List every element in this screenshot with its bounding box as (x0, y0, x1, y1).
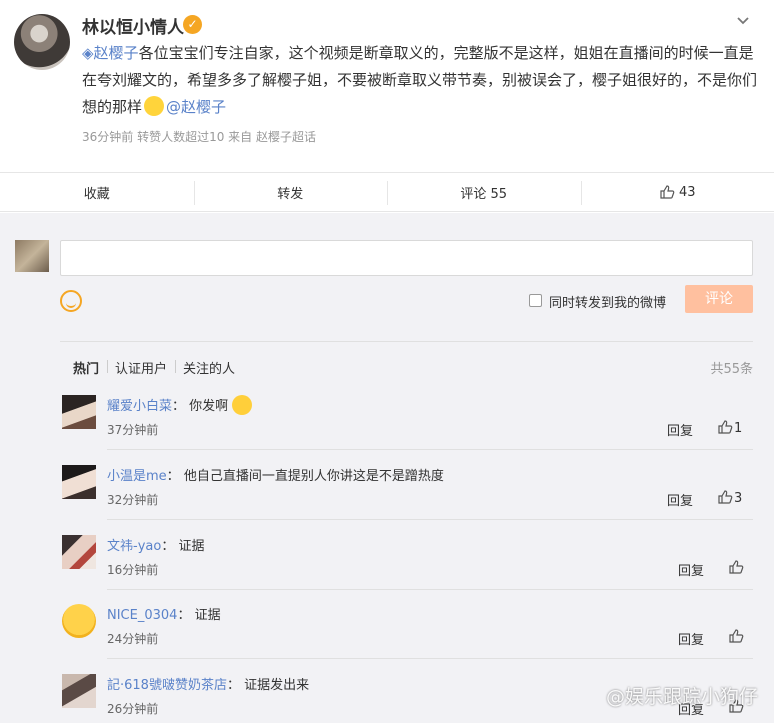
thumbs-up-icon[interactable] (717, 419, 733, 435)
repost-checkbox[interactable] (529, 294, 542, 307)
crying-emoji-icon (144, 96, 165, 116)
chevron-down-icon[interactable] (736, 14, 750, 28)
divider (60, 341, 753, 342)
topic-icon: ◈ (82, 44, 94, 62)
comment-content: 他自己直播间一直提别人你讲这是不是蹭热度 (183, 469, 444, 484)
watermark: @娱乐跟踪小狗仔 (605, 686, 758, 708)
comment-colon: ： (166, 469, 180, 484)
weibo-post: 林以恒小情人 ✓ ◈赵樱子各位宝宝们专注自家，这个视频是断章取义的，完整版不是这… (0, 0, 774, 172)
commenter-avatar[interactable] (62, 674, 96, 708)
comment-input[interactable] (60, 240, 753, 276)
comment-text: 耀爱小白菜： 你发啊 (107, 395, 253, 415)
comment-colon: ： (161, 539, 175, 554)
smile-icon[interactable] (60, 290, 82, 312)
my-avatar (15, 240, 49, 272)
comment-label: 评论 55 (460, 186, 508, 202)
commenter-name[interactable]: 記·618號啵赞奶茶店 (107, 678, 227, 693)
comment-total: 共55条 (710, 362, 753, 377)
commenter-name[interactable]: 小温是me (107, 469, 167, 484)
comment-text: 小温是me： 他自己直播间一直提别人你讲这是不是蹭热度 (107, 465, 444, 484)
thumbs-up-icon[interactable] (717, 489, 733, 505)
comment-like-count: 3 (734, 491, 743, 506)
comment-separator (107, 589, 753, 590)
author-avatar[interactable] (14, 14, 70, 70)
repost-label: 转发 (277, 186, 304, 202)
submit-comment-button[interactable]: 评论 (685, 285, 753, 313)
comment-colon: ： (177, 608, 191, 623)
commenter-name[interactable]: NICE_0304 (107, 608, 177, 623)
comment-content: 证据 (178, 539, 205, 554)
comment-time: 26分钟前 (107, 702, 159, 716)
post-content: ◈赵樱子各位宝宝们专注自家，这个视频是断章取义的，完整版不是这样，姐姐在直播间的… (82, 40, 762, 121)
favorite-label: 收藏 (83, 186, 110, 202)
comment-like-count: 1 (734, 421, 743, 436)
tab-verified[interactable]: 认证用户 (107, 358, 175, 377)
thumbs-up-icon[interactable] (728, 628, 744, 644)
comment-separator (107, 449, 753, 450)
shy-emoji-icon (232, 395, 253, 415)
comment-text: 文祎-yao： 证据 (107, 535, 204, 554)
commenter-name[interactable]: 耀爱小白菜 (107, 399, 172, 414)
comment-time: 32分钟前 (107, 493, 159, 507)
action-bar: 收藏 转发 评论 55 43 (0, 172, 774, 212)
author-name[interactable]: 林以恒小情人 (82, 13, 184, 38)
mention-link[interactable]: @赵樱子 (166, 98, 226, 116)
tab-hot[interactable]: 热门 (73, 358, 107, 377)
like-count: 43 (678, 184, 696, 200)
commenter-avatar[interactable] (62, 395, 96, 429)
comment-time: 37分钟前 (107, 423, 159, 437)
comment-separator (107, 658, 753, 659)
reply-button[interactable]: 回复 (667, 490, 693, 509)
comment-item: 文祎-yao： 证据 16分钟前 回复 (60, 535, 753, 605)
reply-button[interactable]: 回复 (678, 629, 704, 648)
comment-colon: ： (226, 678, 240, 693)
like-button[interactable]: 43 (580, 173, 774, 211)
comment-button[interactable]: 评论 55 (387, 173, 581, 211)
comment-item: 小温是me： 他自己直播间一直提别人你讲这是不是蹭热度 32分钟前 回复 3 (60, 465, 753, 535)
reply-button[interactable]: 回复 (667, 420, 693, 439)
comment-section: 同时转发到我的微博 评论 热门 认证用户 关注的人 共55条 耀爱小白菜： 你发… (0, 213, 774, 723)
comment-separator (107, 519, 753, 520)
comment-content: 证据发出来 (244, 678, 310, 693)
tab-following[interactable]: 关注的人 (175, 358, 243, 377)
comment-text: NICE_0304： 证据 (107, 604, 221, 623)
comment-item: NICE_0304： 证据 24分钟前 回复 (60, 604, 753, 674)
repost-button[interactable]: 转发 (193, 173, 388, 211)
post-meta: 36分钟前 转赞人数超过10 来自 赵樱子超话 (82, 130, 316, 144)
comment-content: 证据 (194, 608, 221, 623)
comment-text: 記·618號啵赞奶茶店： 证据发出来 (107, 674, 309, 693)
thumbs-up-icon (660, 185, 675, 199)
commenter-avatar[interactable] (62, 604, 96, 638)
thumbs-up-icon[interactable] (728, 559, 744, 575)
commenter-avatar[interactable] (62, 535, 96, 569)
comment-time: 16分钟前 (107, 563, 159, 577)
commenter-avatar[interactable] (62, 465, 96, 499)
reply-button[interactable]: 回复 (678, 560, 704, 579)
commenter-name[interactable]: 文祎-yao (107, 539, 161, 554)
repost-checkbox-label[interactable]: 同时转发到我的微博 (549, 292, 666, 311)
comment-content: 你发啊 (189, 399, 229, 414)
comment-filter-tabs: 热门 认证用户 关注的人 (73, 358, 243, 377)
comment-item: 耀爱小白菜： 你发啊 37分钟前 回复 1 (60, 395, 753, 465)
supertopic-link[interactable]: ◈赵樱子 (82, 44, 139, 62)
verified-badge-icon: ✓ (183, 15, 202, 34)
favorite-button[interactable]: 收藏 (0, 173, 194, 211)
comment-time: 24分钟前 (107, 632, 159, 646)
comment-colon: ： (172, 399, 186, 414)
